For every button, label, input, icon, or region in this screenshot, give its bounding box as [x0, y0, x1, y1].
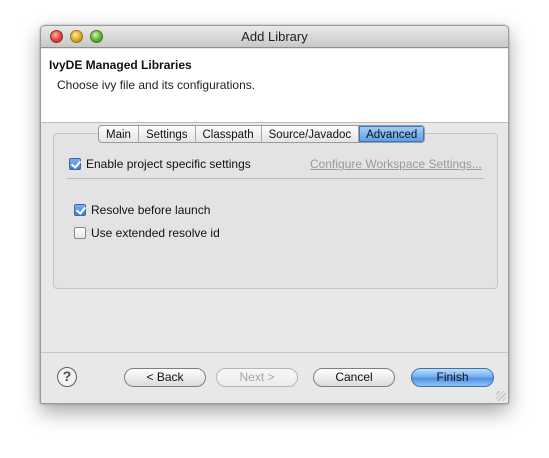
- page-description: Choose ivy file and its configurations.: [57, 78, 256, 92]
- back-button[interactable]: < Back: [124, 368, 206, 387]
- use-extended-resolve-id-checkbox[interactable]: [74, 227, 86, 239]
- cancel-button[interactable]: Cancel: [313, 368, 395, 387]
- enable-project-settings-row[interactable]: Enable project specific settings: [69, 157, 251, 171]
- window-title: Add Library: [241, 29, 308, 44]
- tab-bar: Main Settings Classpath Source/Javadoc A…: [98, 125, 426, 143]
- title-bar[interactable]: Add Library: [41, 26, 508, 48]
- use-extended-resolve-id-row[interactable]: Use extended resolve id: [74, 226, 220, 240]
- next-button[interactable]: Next >: [216, 368, 298, 387]
- use-extended-resolve-id-label: Use extended resolve id: [91, 226, 220, 240]
- help-icon[interactable]: ?: [57, 367, 77, 387]
- wizard-header: IvyDE Managed Libraries Choose ivy file …: [41, 49, 508, 123]
- resolve-before-launch-checkbox[interactable]: [74, 204, 86, 216]
- divider: [67, 178, 484, 179]
- resolve-before-launch-row[interactable]: Resolve before launch: [74, 203, 210, 217]
- configure-workspace-settings-link[interactable]: Configure Workspace Settings...: [310, 157, 482, 171]
- enable-project-settings-label: Enable project specific settings: [86, 157, 251, 171]
- add-library-dialog: Add Library IvyDE Managed Libraries Choo…: [40, 25, 509, 404]
- tab-settings[interactable]: Settings: [139, 126, 196, 142]
- tab-classpath[interactable]: Classpath: [196, 126, 262, 142]
- tab-source-javadoc[interactable]: Source/Javadoc: [262, 126, 360, 142]
- enable-project-settings-checkbox[interactable]: [69, 158, 81, 170]
- tab-advanced[interactable]: Advanced: [359, 126, 425, 142]
- finish-button[interactable]: Finish: [411, 368, 494, 387]
- resolve-before-launch-label: Resolve before launch: [91, 203, 211, 217]
- page-title: IvyDE Managed Libraries: [49, 58, 192, 72]
- tab-main[interactable]: Main: [99, 126, 139, 142]
- resize-grip-icon[interactable]: [496, 391, 506, 401]
- footer-divider: [41, 352, 508, 353]
